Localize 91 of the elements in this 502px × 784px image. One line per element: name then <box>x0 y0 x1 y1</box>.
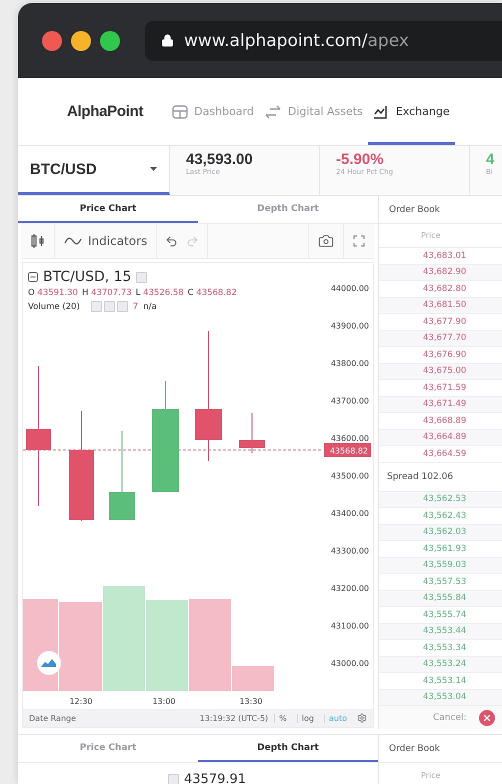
bid-price-row[interactable]: 43,555.84 <box>379 590 502 607</box>
ask-price-row[interactable]: 43,677.90 <box>379 314 502 330</box>
scale-option[interactable]: auto <box>324 714 351 722</box>
scale-option[interactable]: % <box>274 714 291 722</box>
lock-icon <box>161 34 174 47</box>
close-icon <box>482 712 492 722</box>
logo-icon <box>37 651 61 675</box>
bid-price-row[interactable]: 43,559.03 <box>379 558 502 574</box>
bid-price-row[interactable]: 43,562.43 <box>379 508 502 524</box>
bid-price-row[interactable]: 43,557.53 <box>379 574 502 590</box>
bid-price-row[interactable]: 43,553.14 <box>379 673 502 690</box>
transfer-arrows-icon <box>264 104 282 120</box>
bid-price-row[interactable]: 43,553.24 <box>379 656 502 673</box>
bid-price-row[interactable]: 43,553.44 <box>379 624 502 640</box>
price-axis-label: 43800.00 <box>330 359 369 368</box>
time-axis-label: 12:30 <box>69 697 93 706</box>
volume-label: Volume (20) <box>28 302 80 312</box>
price-axis-label: 43300.00 <box>330 546 369 556</box>
current-price-label: 43568.82 <box>324 443 371 457</box>
stat-value: 4 <box>486 151 496 168</box>
bid-price-row[interactable]: 43,553.04 <box>379 690 502 706</box>
price-axis-label: 43600.00 <box>330 434 369 443</box>
camera-icon <box>318 233 334 249</box>
bid-price-row[interactable]: 43,562.03 <box>379 524 502 541</box>
ask-price-row[interactable]: 43,664.89 <box>379 430 502 446</box>
settings-toggle-icon <box>104 301 115 312</box>
date-range-label: Date Range <box>29 714 78 722</box>
maximize-window-button[interactable] <box>100 30 120 50</box>
time-axis-label: 13:30 <box>239 697 263 706</box>
price-axis-label: 43400.00 <box>330 509 369 518</box>
ask-price-row[interactable]: 43,683.01 <box>379 248 502 264</box>
price-axis-label: 43100.00 <box>330 622 369 630</box>
order-book-title: Order Book <box>379 735 502 763</box>
ask-price-row[interactable]: 43,675.00 <box>379 364 502 380</box>
bid-price-row[interactable]: 43,555.74 <box>379 607 502 624</box>
candlestick-icon <box>31 233 45 249</box>
volume-extra: n/a <box>143 302 157 312</box>
address-bar[interactable]: www.alphapoint.com/apex <box>145 20 502 60</box>
collapse-icon <box>28 272 38 282</box>
cancel-label: Cancel: <box>433 712 467 722</box>
ask-price-row[interactable]: 43,668.89 <box>379 413 502 430</box>
depth-price-value: 43579.91 <box>184 772 246 784</box>
nav-tab[interactable]: Digital Assets <box>258 78 368 145</box>
brand-name: AlphaPoint <box>67 103 144 120</box>
minimize-window-button[interactable] <box>71 30 91 50</box>
price-axis-label: 43200.00 <box>330 584 369 593</box>
chart-tab[interactable]: Price Chart <box>18 196 198 223</box>
pair-selector[interactable]: BTC/USD <box>18 146 170 195</box>
nav-tab[interactable]: Dashboard <box>167 78 259 145</box>
ask-price-row[interactable]: 43,682.80 <box>379 281 502 298</box>
price-axis-label: 43700.00 <box>330 396 369 406</box>
price-axis-label: 43000.00 <box>330 659 369 668</box>
dashboard-icon <box>172 104 188 118</box>
ask-price-row[interactable]: 43,671.49 <box>379 396 502 413</box>
price-axis-label: 43500.00 <box>330 472 369 480</box>
ask-price-row[interactable]: 43,664.59 <box>379 446 502 462</box>
ask-price-row[interactable]: 43,681.50 <box>379 298 502 314</box>
time-axis-label: 13:00 <box>152 697 176 706</box>
redo-icon <box>186 234 200 248</box>
scale-option[interactable]: log <box>296 714 318 722</box>
ask-price-row[interactable]: 43,676.90 <box>379 347 502 364</box>
line-chart-icon <box>372 104 390 118</box>
url-text: www.alphapoint.com/apex <box>184 30 409 50</box>
indicators-button[interactable]: Indicators <box>55 224 158 258</box>
settings-toggle-icon <box>136 272 148 282</box>
ohlc-values: O 43591.30 H 43707.73 L 43526.58 C 43568.82 <box>28 288 238 298</box>
price-column-header: Price <box>420 770 442 782</box>
stat-value: 43,593.00 <box>186 151 254 168</box>
wave-icon <box>64 237 82 245</box>
bid-price-row[interactable]: 43,562.53 <box>379 492 502 508</box>
fullscreen-icon <box>353 235 365 247</box>
ask-price-row[interactable]: 43,671.59 <box>379 380 502 396</box>
symbol-title: BTC/USD, 15 <box>43 269 132 285</box>
order-book-title: Order Book <box>379 196 502 224</box>
volume-value: 7 <box>132 302 138 312</box>
undo-icon <box>165 234 178 248</box>
close-toggle-icon <box>116 301 128 312</box>
clock-text: 13:19:32 (UTC-5) <box>200 714 268 722</box>
stat-value: -5.90% <box>336 151 385 168</box>
close-window-button[interactable] <box>42 30 62 50</box>
price-axis-label: 43900.00 <box>330 322 369 330</box>
bid-price-row[interactable]: 43,561.93 <box>379 541 502 558</box>
price-axis-label: 44000.00 <box>330 284 369 293</box>
eye-toggle-icon <box>90 301 102 312</box>
settings-icon[interactable] <box>357 713 367 723</box>
ask-price-row[interactable]: 43,677.70 <box>379 330 502 347</box>
collapse-icon <box>168 774 179 784</box>
bid-price-row[interactable]: 43,553.34 <box>379 640 502 656</box>
caret-icon <box>150 167 157 171</box>
ask-price-row[interactable]: 43,682.90 <box>379 264 502 281</box>
cancel-orders-button[interactable] <box>478 710 495 726</box>
